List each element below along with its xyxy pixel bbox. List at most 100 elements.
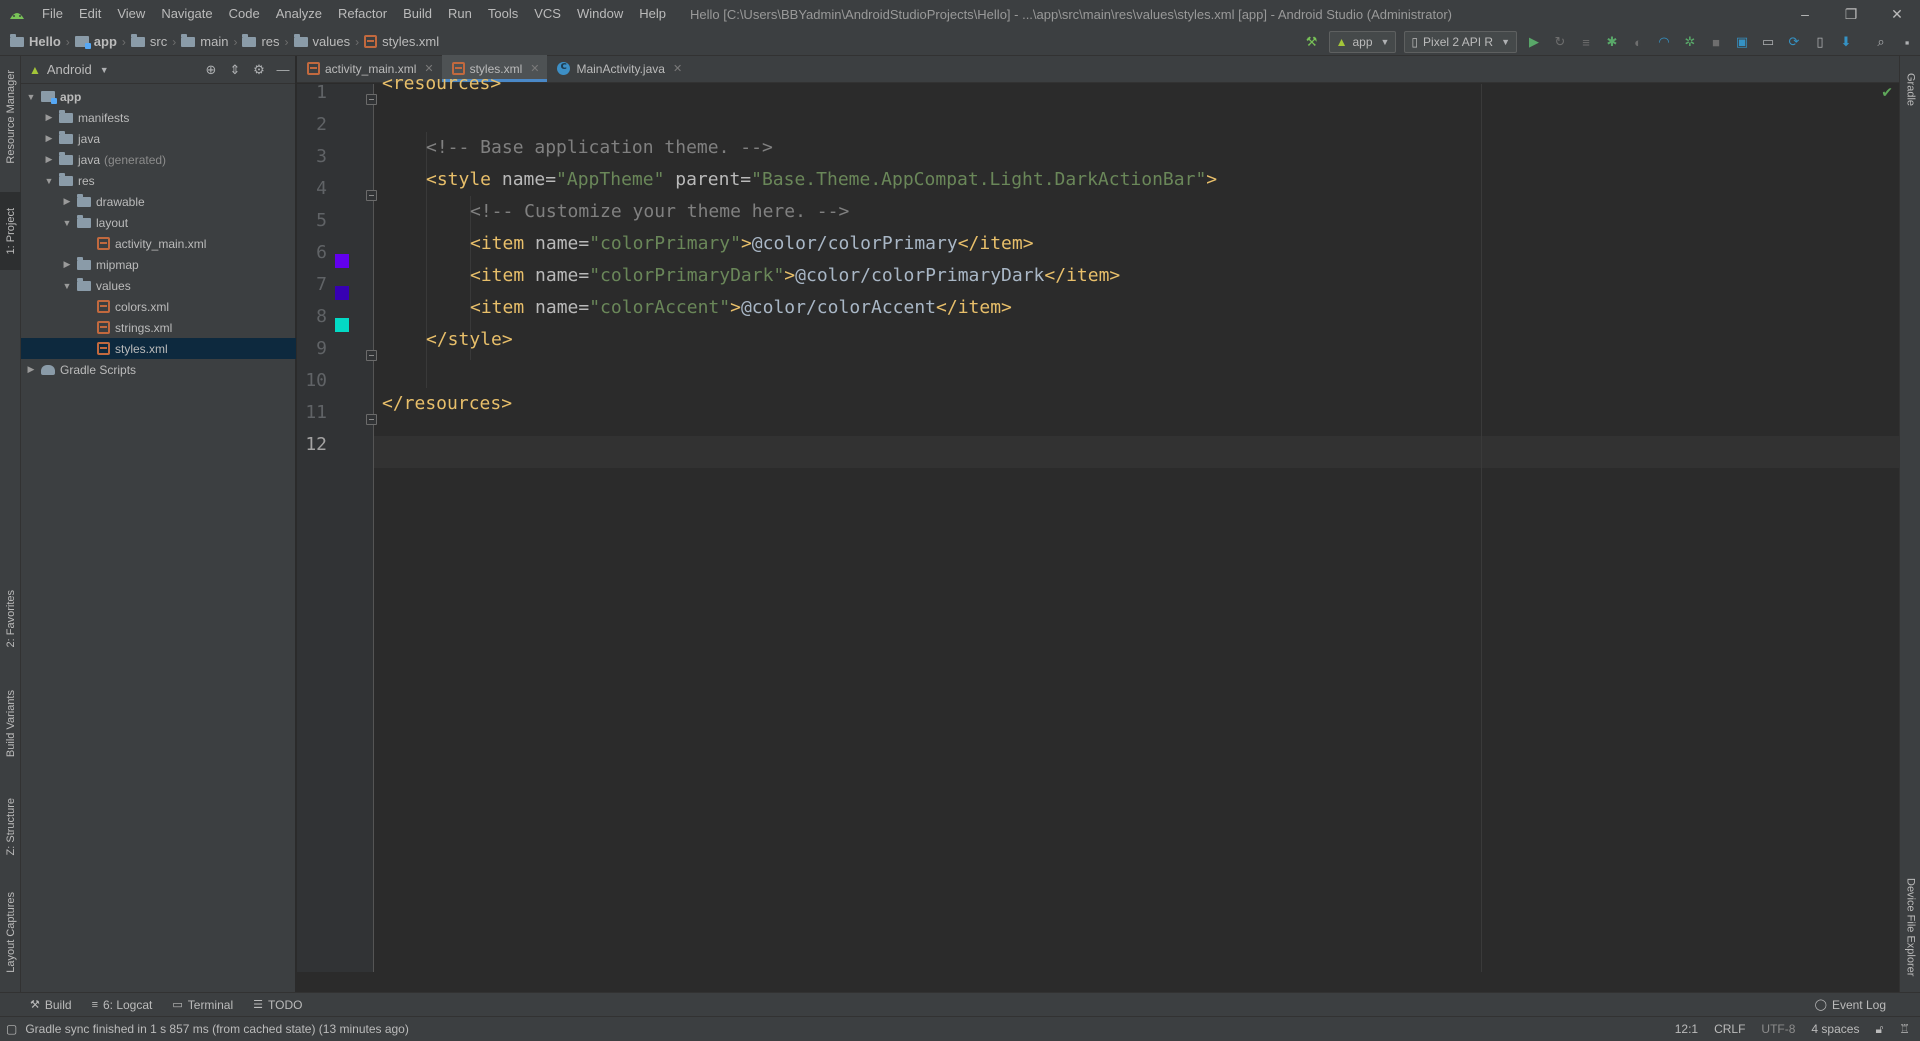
tree-item-strings[interactable]: strings.xml <box>21 317 296 338</box>
project-structure-icon[interactable]: ▣ <box>1730 30 1754 54</box>
minimize-button[interactable]: – <box>1782 0 1828 28</box>
tree-item-styles[interactable]: styles.xml <box>21 338 296 359</box>
chevron-right-icon[interactable]: ▶ <box>61 196 73 207</box>
chevron-down-icon[interactable]: ▼ <box>43 176 55 186</box>
debug-icon[interactable]: ✱ <box>1600 30 1624 54</box>
tree-item-activity-main[interactable]: activity_main.xml <box>21 233 296 254</box>
fold-marker-icon[interactable] <box>366 414 377 425</box>
user-icon[interactable]: ▪ <box>1895 30 1919 54</box>
tree-item-colors[interactable]: colors.xml <box>21 296 296 317</box>
breadcrumb-module[interactable]: app <box>71 34 121 49</box>
status-message[interactable]: ▢ Gradle sync finished in 1 s 857 ms (fr… <box>0 1022 409 1036</box>
tree-item-java[interactable]: ▶ java <box>21 128 296 149</box>
tool-todo[interactable]: ☰ TODO <box>243 998 312 1012</box>
chevron-right-icon[interactable]: ▶ <box>43 112 55 123</box>
close-window-button[interactable]: ✕ <box>1874 0 1920 28</box>
hammer-icon[interactable]: ⚒ <box>1300 30 1324 54</box>
apply-changes-icon[interactable]: ↻ <box>1548 30 1572 54</box>
inspection-ok-icon[interactable]: ✔ <box>1881 84 1893 101</box>
tree-item-layout[interactable]: ▼ layout <box>21 212 296 233</box>
tab-device-file-explorer[interactable]: Device File Explorer <box>1900 864 1920 990</box>
chevron-right-icon[interactable]: ▶ <box>61 259 73 270</box>
menu-build[interactable]: Build <box>395 0 440 28</box>
avd-manager-icon[interactable]: ▯ <box>1808 30 1832 54</box>
color-swatch-accent[interactable] <box>335 318 349 332</box>
run-icon[interactable]: ▶ <box>1522 30 1546 54</box>
chevron-down-icon[interactable]: ▼ <box>61 218 73 228</box>
menu-view[interactable]: View <box>109 0 153 28</box>
tree-item-app[interactable]: ▼ app <box>21 86 296 107</box>
chevron-down-icon[interactable]: ▼ <box>61 281 73 291</box>
chevron-right-icon[interactable]: ▶ <box>25 364 37 375</box>
project-view-selector[interactable]: Android <box>47 62 92 77</box>
layout-inspector-icon[interactable]: ▭ <box>1756 30 1780 54</box>
menu-run[interactable]: Run <box>440 0 480 28</box>
fold-marker-icon[interactable] <box>366 94 377 105</box>
menu-vcs[interactable]: VCS <box>526 0 569 28</box>
gear-icon[interactable]: ⚙ <box>247 62 271 78</box>
attach-debugger-icon[interactable]: ✲ <box>1678 30 1702 54</box>
chevron-down-icon[interactable]: ▼ <box>25 92 37 102</box>
coverage-icon[interactable]: ◐ <box>1626 30 1650 54</box>
menu-tools[interactable]: Tools <box>480 0 526 28</box>
hide-panel-icon[interactable]: — <box>271 62 295 78</box>
menu-code[interactable]: Code <box>221 0 268 28</box>
tree-item-gradle-scripts[interactable]: ▶ Gradle Scripts <box>21 359 296 380</box>
tool-terminal[interactable]: ▭ Terminal <box>162 998 243 1012</box>
tab-structure[interactable]: Z: Structure <box>0 782 21 872</box>
tab-gradle[interactable]: Gradle <box>1900 60 1920 120</box>
tab-project[interactable]: 1: Project <box>0 192 21 270</box>
apply-code-changes-icon[interactable]: ≡ <box>1574 30 1598 54</box>
indent-setting[interactable]: 4 spaces <box>1803 1022 1867 1036</box>
tree-item-values[interactable]: ▼ values <box>21 275 296 296</box>
tab-layout-captures[interactable]: Layout Captures <box>0 878 21 986</box>
file-encoding[interactable]: UTF-8 <box>1753 1022 1803 1036</box>
menu-window[interactable]: Window <box>569 0 631 28</box>
breadcrumb-src[interactable]: src <box>127 33 171 49</box>
menu-navigate[interactable]: Navigate <box>153 0 220 28</box>
menu-edit[interactable]: Edit <box>71 0 109 28</box>
sync-gradle-icon[interactable]: ⟳ <box>1782 30 1806 54</box>
breadcrumb-project[interactable]: Hello <box>0 33 65 49</box>
tree-item-java-generated[interactable]: ▶ java (generated) <box>21 149 296 170</box>
device-selector[interactable]: ▯ Pixel 2 API R ▼ <box>1404 31 1517 53</box>
menu-analyze[interactable]: Analyze <box>268 0 330 28</box>
breadcrumb-main[interactable]: main <box>177 33 232 49</box>
tab-build-variants[interactable]: Build Variants <box>0 672 21 776</box>
panel-toggle-icon[interactable]: ▢ <box>6 1022 17 1036</box>
tree-item-drawable[interactable]: ▶ drawable <box>21 191 296 212</box>
breadcrumb-values[interactable]: values <box>290 33 355 49</box>
profile-icon[interactable]: ◠ <box>1652 30 1676 54</box>
lock-icon[interactable]: 🔓︎ <box>1867 1022 1891 1037</box>
close-icon[interactable]: ✕ <box>530 62 539 75</box>
tab-favorites[interactable]: 2: Favorites <box>0 574 21 664</box>
locate-icon[interactable]: ⊕ <box>199 62 223 78</box>
tool-logcat[interactable]: ≡ 6: Logcat <box>82 998 163 1012</box>
tree-item-manifests[interactable]: ▶ manifests <box>21 107 296 128</box>
caret-position[interactable]: 12:1 <box>1667 1022 1706 1036</box>
notifications-icon[interactable]: ♖ <box>1891 1022 1920 1036</box>
menu-help[interactable]: Help <box>631 0 674 28</box>
tree-item-res[interactable]: ▼ res <box>21 170 296 191</box>
close-icon[interactable]: ✕ <box>673 62 682 75</box>
menu-refactor[interactable]: Refactor <box>330 0 395 28</box>
color-swatch-primary-dark[interactable] <box>335 286 349 300</box>
breadcrumb-res[interactable]: res <box>238 33 283 49</box>
run-config-selector[interactable]: ▲ app ▼ <box>1328 31 1397 53</box>
collapse-all-icon[interactable]: ⇕ <box>223 62 247 78</box>
fold-marker-icon[interactable] <box>366 190 377 201</box>
breadcrumb-file[interactable]: styles.xml <box>360 34 443 49</box>
code-editor[interactable]: ✔ 1 2 3 4 5 6 7 8 9 10 11 12 <resources>… <box>297 73 1899 972</box>
tool-build[interactable]: ⚒ Build <box>20 998 82 1012</box>
chevron-down-icon[interactable]: ▼ <box>100 65 109 75</box>
color-swatch-primary[interactable] <box>335 254 349 268</box>
stop-icon[interactable]: ■ <box>1704 30 1728 54</box>
search-icon[interactable]: ⌕ <box>1869 30 1893 54</box>
menu-file[interactable]: File <box>34 0 71 28</box>
tab-main-activity[interactable]: MainActivity.java ✕ <box>547 55 690 82</box>
tree-item-mipmap[interactable]: ▶ mipmap <box>21 254 296 275</box>
fold-marker-icon[interactable] <box>366 350 377 361</box>
line-separator[interactable]: CRLF <box>1706 1022 1753 1036</box>
restore-button[interactable]: ❐ <box>1828 0 1874 28</box>
chevron-right-icon[interactable]: ▶ <box>43 133 55 144</box>
